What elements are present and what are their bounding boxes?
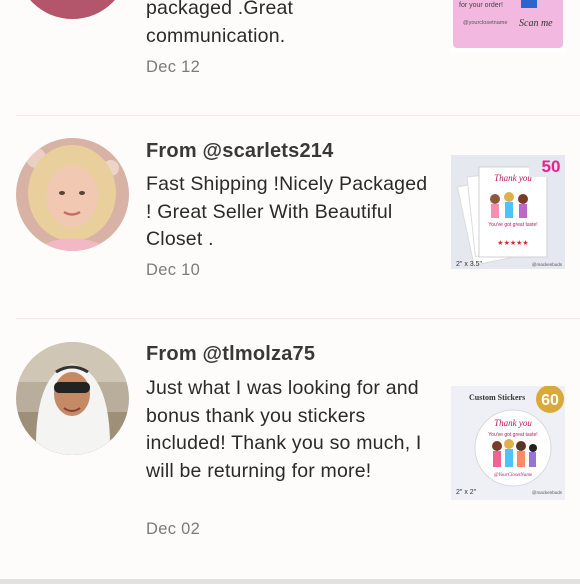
bottom-edge xyxy=(0,579,580,584)
listing-thumbnail[interactable]: Thank you You've got great taste! ★★★★★ … xyxy=(451,155,565,269)
thumb-text: Thank you xyxy=(494,418,532,428)
svg-text:★★★★★: ★★★★★ xyxy=(497,239,528,247)
thumb-text: for your order! xyxy=(459,2,503,9)
reviewer-avatar[interactable] xyxy=(16,138,129,251)
thumb-text: @mackenbuds xyxy=(532,490,563,495)
review-date: Dec 12 xyxy=(146,58,201,76)
thumb-text: Thank you xyxy=(494,173,532,183)
reviewer-username[interactable]: From @tlmolza75 xyxy=(146,343,315,366)
thumb-text: @mackenbuds xyxy=(532,262,563,267)
review-text: Just what I was looking for and bonus th… xyxy=(146,377,422,482)
thumb-text: You've got great taste! xyxy=(488,222,537,228)
reviewer-username[interactable]: From @scarlets214 xyxy=(146,140,333,163)
thumb-text: You've got great taste! xyxy=(488,432,537,438)
review-date: Dec 10 xyxy=(146,261,201,279)
thumb-badge: 60 xyxy=(541,392,559,409)
review-text: packaged .Great communication. xyxy=(146,0,294,47)
thumb-text: 2" x 2" xyxy=(456,489,477,496)
divider xyxy=(16,318,580,319)
review-date: Dec 02 xyxy=(146,520,201,538)
listing-thumbnail[interactable]: Custom Stickers Thank you You've got gre… xyxy=(451,386,565,500)
thumb-text: @yourclosetname xyxy=(463,20,507,26)
divider xyxy=(16,115,580,116)
thumb-text: 2" x 3.5" xyxy=(456,261,482,268)
thumb-badge: 50 xyxy=(542,157,561,176)
thumb-text: Scan me xyxy=(519,18,553,29)
reviewer-avatar[interactable] xyxy=(16,342,129,455)
reviewer-avatar[interactable] xyxy=(16,0,129,19)
review-text: Fast Shipping !Nicely Packaged ! Great S… xyxy=(146,173,428,250)
thumb-text: @YourClosetName xyxy=(494,473,533,478)
thumb-text: Custom Stickers xyxy=(469,393,525,402)
listing-thumbnail[interactable]: for your order! @yourclosetname Scan me xyxy=(451,0,565,52)
